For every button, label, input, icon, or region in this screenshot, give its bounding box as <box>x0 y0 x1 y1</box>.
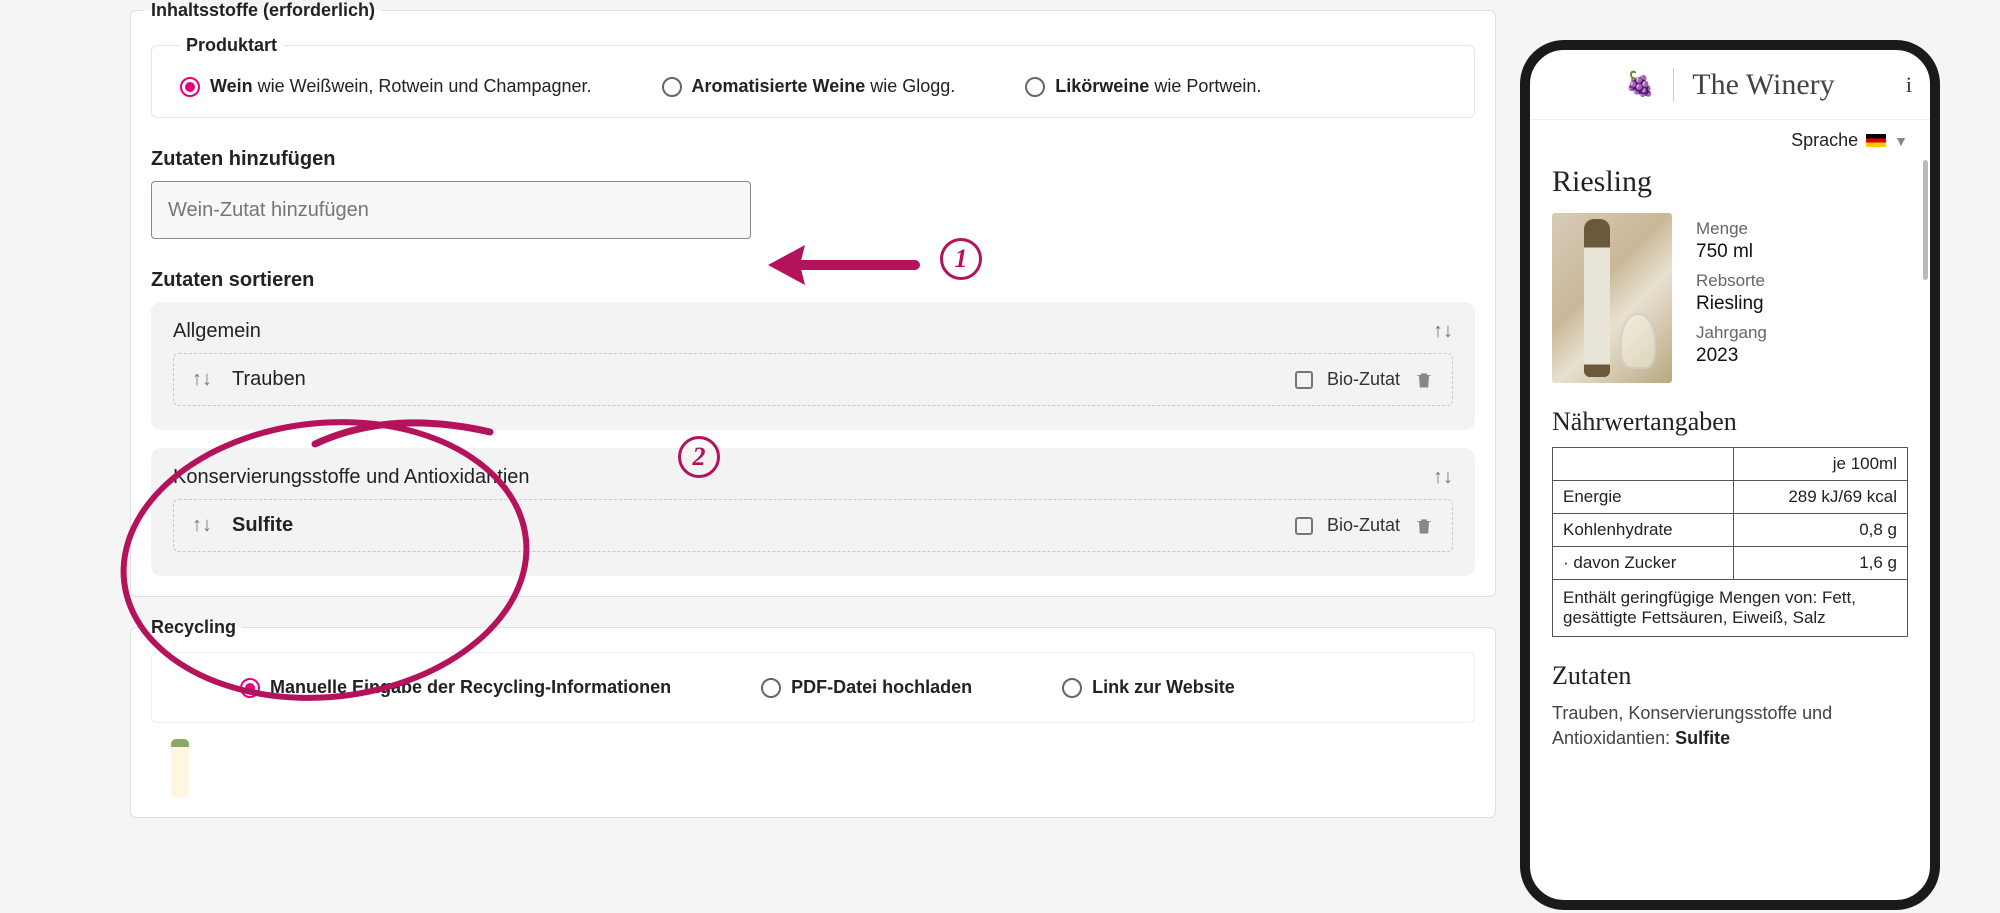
language-label: Sprache <box>1791 130 1858 151</box>
trash-icon[interactable] <box>1414 369 1434 391</box>
radio-icon <box>761 678 781 698</box>
ingredients-section: Inhaltsstoffe (erforderlich) Produktart … <box>130 0 1496 597</box>
jahrgang-label: Jahrgang <box>1696 323 1767 343</box>
radio-icon <box>1025 77 1045 97</box>
table-row: Kohlenhydrate0,8 g <box>1553 514 1908 547</box>
info-icon[interactable]: i <box>1906 72 1912 98</box>
radio-recycling-pdf[interactable]: PDF-Datei hochladen <box>761 677 972 698</box>
product-type-fieldset: Produktart Wein wie Weißwein, Rotwein un… <box>151 35 1475 118</box>
sort-ingredients-heading: Zutaten sortieren <box>151 269 1475 292</box>
jahrgang-value: 2023 <box>1696 345 1767 367</box>
bio-checkbox[interactable] <box>1295 517 1313 535</box>
rebsorte-label: Rebsorte <box>1696 271 1767 291</box>
nutrition-table: je 100ml Energie289 kJ/69 kcal Kohlenhyd… <box>1552 447 1908 580</box>
radio-wine[interactable]: Wein wie Weißwein, Rotwein und Champagne… <box>180 76 592 97</box>
scrollbar[interactable] <box>1923 160 1928 280</box>
product-title: Riesling <box>1552 165 1908 199</box>
grape-icon: 🍇 <box>1625 70 1655 99</box>
recycling-legend: Recycling <box>145 617 242 638</box>
menge-value: 750 ml <box>1696 241 1767 263</box>
radio-liquor-label: Likörweine wie Portwein. <box>1055 76 1261 97</box>
table-row: · davon Zucker1,6 g <box>1553 547 1908 580</box>
add-ingredient-input[interactable] <box>151 181 751 239</box>
zutaten-heading: Zutaten <box>1552 661 1908 691</box>
nutrition-heading: Nährwertangaben <box>1552 407 1908 437</box>
bottle-icon <box>171 739 189 797</box>
per-100ml-header: je 100ml <box>1733 448 1907 481</box>
add-ingredient-heading: Zutaten hinzufügen <box>151 148 1475 171</box>
group-preservatives-title: Konservierungsstoffe und Antioxidantien <box>173 466 530 489</box>
ingredient-item-trauben[interactable]: ↑↓ Trauben Bio-Zutat <box>173 353 1453 406</box>
ingredient-name: Sulfite <box>232 514 293 537</box>
radio-icon <box>240 678 260 698</box>
menge-label: Menge <box>1696 219 1767 239</box>
bio-checkbox[interactable] <box>1295 371 1313 389</box>
radio-icon <box>662 77 682 97</box>
sort-icon[interactable]: ↑↓ <box>1433 466 1453 489</box>
radio-wine-label: Wein wie Weißwein, Rotwein und Champagne… <box>210 76 592 97</box>
product-image <box>1552 213 1672 383</box>
radio-recycling-manual[interactable]: Manuelle Eingabe der Recycling-Informati… <box>240 677 671 698</box>
zutaten-text: Trauben, Konservierungsstoffe und Antiox… <box>1552 701 1908 751</box>
trash-icon[interactable] <box>1414 515 1434 537</box>
phone-preview: 🍇 The Winery i Sprache ▼ Riesling Menge … <box>1520 40 1940 910</box>
recycling-section: Recycling Manuelle Eingabe der Recycling… <box>130 617 1496 818</box>
radio-liquor[interactable]: Likörweine wie Portwein. <box>1025 76 1261 97</box>
nutrition-note: Enthält geringfügige Mengen von: Fett, g… <box>1552 580 1908 637</box>
radio-icon <box>1062 678 1082 698</box>
phone-header: 🍇 The Winery i <box>1530 50 1930 120</box>
radio-recycling-link[interactable]: Link zur Website <box>1062 677 1235 698</box>
ingredient-name: Trauben <box>232 368 306 391</box>
ingredients-legend: Inhaltsstoffe (erforderlich) <box>145 0 381 21</box>
radio-pdf-label: PDF-Datei hochladen <box>791 677 972 698</box>
bio-label: Bio-Zutat <box>1327 515 1400 536</box>
flag-de-icon <box>1866 134 1886 147</box>
chevron-down-icon: ▼ <box>1894 133 1908 149</box>
recycling-mode-fieldset: Manuelle Eingabe der Recycling-Informati… <box>151 652 1475 723</box>
radio-aromatised[interactable]: Aromatisierte Weine wie Glogg. <box>662 76 956 97</box>
table-row: Energie289 kJ/69 kcal <box>1553 481 1908 514</box>
drag-handle-icon[interactable]: ↑↓ <box>192 368 212 391</box>
product-type-legend: Produktart <box>180 35 283 56</box>
sort-icon[interactable]: ↑↓ <box>1433 320 1453 343</box>
radio-icon <box>180 77 200 97</box>
radio-aromatised-label: Aromatisierte Weine wie Glogg. <box>692 76 956 97</box>
brand-name: The Winery <box>1692 68 1834 102</box>
group-general-title: Allgemein <box>173 320 261 343</box>
group-preservatives: Konservierungsstoffe und Antioxidantien … <box>151 448 1475 576</box>
radio-manual-label: Manuelle Eingabe der Recycling-Informati… <box>270 677 671 698</box>
ingredient-item-sulfite[interactable]: ↑↓ Sulfite Bio-Zutat <box>173 499 1453 552</box>
rebsorte-value: Riesling <box>1696 293 1767 315</box>
group-general: Allgemein ↑↓ ↑↓ Trauben Bio-Zutat <box>151 302 1475 430</box>
bio-label: Bio-Zutat <box>1327 369 1400 390</box>
divider <box>1673 68 1674 102</box>
language-selector[interactable]: Sprache ▼ <box>1530 120 1930 161</box>
radio-link-label: Link zur Website <box>1092 677 1235 698</box>
drag-handle-icon[interactable]: ↑↓ <box>192 514 212 537</box>
